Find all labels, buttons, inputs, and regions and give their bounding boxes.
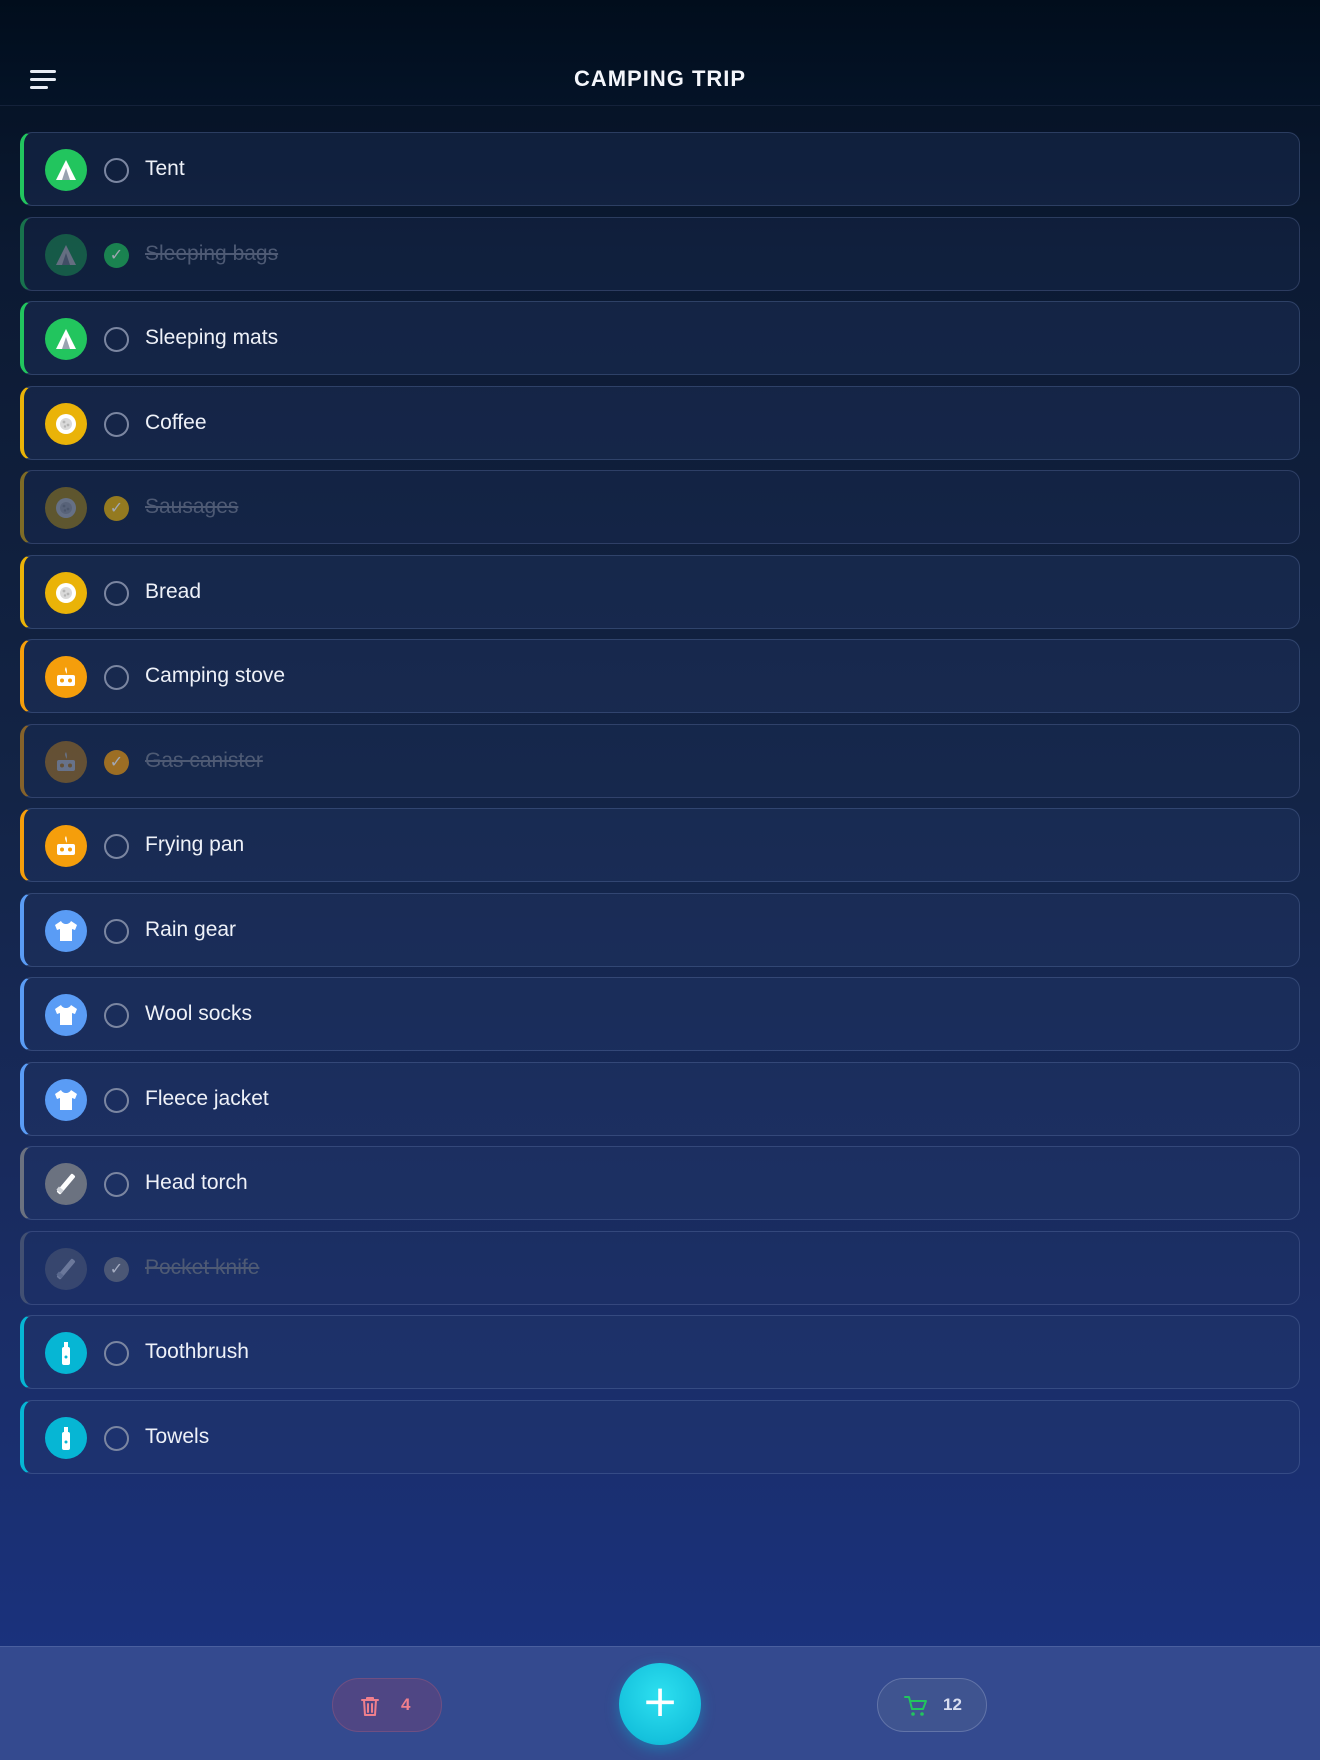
tent-icon bbox=[45, 318, 87, 360]
checked-checkbox[interactable] bbox=[104, 242, 129, 268]
item-label: Pocket knife bbox=[145, 1255, 260, 1279]
plus-icon: + bbox=[641, 1676, 679, 1727]
checked-checkbox[interactable] bbox=[104, 749, 129, 775]
food-icon bbox=[45, 402, 87, 445]
unchecked-checkbox[interactable] bbox=[104, 580, 129, 606]
unchecked-checkbox[interactable] bbox=[104, 1087, 129, 1113]
item-label: Towels bbox=[145, 1424, 210, 1448]
app-header: CAMPING TRIP bbox=[0, 0, 1320, 106]
tool-icon bbox=[45, 1163, 87, 1205]
list-item[interactable]: Sleeping mats bbox=[20, 301, 1300, 375]
list-item[interactable]: Head torch bbox=[20, 1146, 1300, 1220]
list-item[interactable]: Sleeping bags bbox=[20, 216, 1300, 291]
toiletry-icon bbox=[45, 1332, 87, 1374]
cart-icon bbox=[904, 1696, 927, 1716]
list-item[interactable]: Wool socks bbox=[20, 977, 1300, 1051]
list-item[interactable]: Bread bbox=[20, 554, 1300, 629]
list-item[interactable]: Coffee bbox=[20, 385, 1300, 460]
toiletry-icon bbox=[45, 1416, 87, 1459]
list-item[interactable]: Toothbrush bbox=[20, 1315, 1300, 1389]
list-item[interactable]: Frying pan bbox=[20, 808, 1300, 882]
food-icon bbox=[45, 571, 87, 614]
list-item[interactable]: Sausages bbox=[20, 470, 1300, 544]
list-item[interactable]: Fleece jacket bbox=[20, 1061, 1300, 1136]
unchecked-checkbox[interactable] bbox=[104, 1003, 129, 1028]
item-label: Bread bbox=[145, 579, 202, 603]
add-item-button[interactable]: + bbox=[619, 1663, 701, 1745]
checked-checkbox[interactable] bbox=[104, 1256, 129, 1282]
item-label: Gas canister bbox=[145, 748, 263, 772]
clear-checked-button[interactable]: 4 bbox=[332, 1678, 442, 1732]
cart-button[interactable]: 12 bbox=[877, 1678, 987, 1732]
unchecked-checkbox[interactable] bbox=[104, 1425, 129, 1451]
list-item[interactable]: Camping stove bbox=[20, 639, 1300, 713]
list-item[interactable]: Pocket knife bbox=[20, 1230, 1300, 1305]
item-label: Tent bbox=[145, 157, 185, 180]
item-label: Sleeping bags bbox=[145, 241, 279, 265]
tent-icon bbox=[45, 233, 87, 276]
unchecked-checkbox[interactable] bbox=[104, 1341, 129, 1366]
item-label: Toothbrush bbox=[145, 1340, 249, 1363]
list-item[interactable]: Towels bbox=[20, 1399, 1300, 1474]
tent-icon bbox=[45, 149, 87, 191]
list-item[interactable]: Gas canister bbox=[20, 723, 1300, 798]
checked-checkbox[interactable] bbox=[104, 496, 129, 521]
stove-icon bbox=[45, 740, 87, 783]
unchecked-checkbox[interactable] bbox=[104, 1172, 129, 1197]
item-label: Head torch bbox=[145, 1171, 248, 1194]
list-item[interactable]: Rain gear bbox=[20, 892, 1300, 967]
stove-icon bbox=[45, 656, 87, 698]
page-title: CAMPING TRIP bbox=[573, 66, 747, 91]
unchecked-checkbox[interactable] bbox=[104, 158, 129, 183]
item-list: Tent Sleeping bags Sleeping mats Coffee Saus… bbox=[20, 132, 1300, 1484]
unchecked-checkbox[interactable] bbox=[104, 327, 129, 352]
item-label: Fleece jacket bbox=[145, 1086, 269, 1110]
item-label: Sleeping mats bbox=[145, 326, 279, 349]
tool-icon bbox=[45, 1247, 87, 1290]
item-label: Rain gear bbox=[145, 917, 237, 941]
shirt-icon bbox=[45, 994, 87, 1036]
bottom-bar: 4 + 12 bbox=[0, 1646, 1320, 1760]
item-label: Frying pan bbox=[145, 833, 245, 856]
food-icon bbox=[45, 487, 87, 529]
checked-count: 4 bbox=[401, 1695, 411, 1714]
item-label: Wool socks bbox=[145, 1002, 252, 1025]
shirt-icon bbox=[45, 1078, 87, 1121]
unchecked-checkbox[interactable] bbox=[104, 665, 129, 690]
list-item[interactable]: Tent bbox=[20, 132, 1300, 206]
item-label: Sausages bbox=[145, 495, 239, 518]
item-label: Camping stove bbox=[145, 664, 286, 687]
shirt-icon bbox=[45, 909, 87, 952]
trash-icon bbox=[361, 1697, 379, 1716]
item-label: Coffee bbox=[145, 410, 207, 434]
unchecked-checkbox[interactable] bbox=[104, 918, 129, 944]
unchecked-checkbox[interactable] bbox=[104, 834, 129, 859]
stove-icon bbox=[45, 825, 87, 867]
remaining-count: 12 bbox=[943, 1695, 962, 1714]
unchecked-checkbox[interactable] bbox=[104, 411, 129, 437]
